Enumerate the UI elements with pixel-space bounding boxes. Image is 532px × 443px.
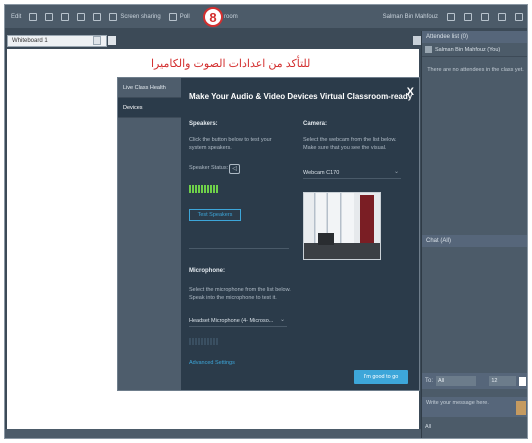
pen-icon[interactable]	[464, 12, 472, 21]
webcam-select[interactable]: Webcam C170	[303, 166, 401, 179]
attendee-list-header[interactable]: Attendee list (0)	[422, 31, 527, 43]
tab-menu-icon[interactable]	[93, 36, 101, 45]
section-divider	[189, 248, 289, 249]
speakers-description: Click the button below to test your syst…	[189, 137, 272, 151]
chat-recipient-bar: To: All 12	[422, 373, 527, 389]
tab-whiteboard-1[interactable]: Whiteboard 1	[7, 35, 107, 47]
attendee-self[interactable]: Salman Bin Mahfouz (You)	[422, 43, 527, 57]
image-icon[interactable]	[93, 12, 102, 21]
modal-content: Make Your Audio & Video Devices Virtual …	[181, 78, 419, 390]
devices-modal: Live Class Health Devices Make Your Audi…	[117, 77, 420, 391]
camera-heading: Camera:	[303, 121, 328, 127]
layout-icon[interactable]	[481, 12, 489, 21]
chat-font-size-select[interactable]: 12	[489, 376, 517, 386]
chat-message-input[interactable]: Write your message here.	[422, 397, 527, 417]
chat-to-label: To:	[425, 378, 434, 384]
microphone-select[interactable]: Headset Microphone (4- Microso...	[189, 314, 287, 327]
webcam-curtain	[360, 195, 374, 249]
help-icon[interactable]	[447, 12, 455, 21]
redo-icon[interactable]	[45, 12, 54, 21]
sidebar-item-label: Live Class Health	[123, 84, 166, 91]
speaker-status-label: Speaker Status:	[189, 165, 229, 171]
advanced-settings-link[interactable]: Advanced Settings	[189, 360, 235, 366]
webcam-monitor	[318, 233, 334, 245]
status-bar	[5, 429, 421, 438]
webcam-desk	[304, 243, 380, 259]
screen-sharing-button[interactable]: Screen sharing	[109, 12, 161, 21]
exit-icon[interactable]	[515, 12, 523, 21]
edit-label: Edit	[11, 13, 22, 20]
microphone-description: Select the microphone from the list belo…	[189, 287, 291, 301]
speaker-icon: ◁	[229, 164, 240, 174]
microphone-level-meter	[189, 338, 218, 345]
poll-label: Poll	[179, 13, 190, 20]
poll-icon	[168, 12, 177, 21]
undo-icon[interactable]	[29, 12, 38, 21]
user-name: Salman Bin Mahfouz	[382, 13, 438, 20]
speakers-heading: Speakers:	[189, 121, 218, 127]
chat-header[interactable]: Chat (All)	[422, 235, 527, 247]
close-icon[interactable]: X	[407, 86, 414, 98]
chat-footer-select[interactable]: All	[425, 424, 431, 430]
sidebar-item-label: Devices	[123, 104, 143, 111]
people-icon[interactable]	[77, 12, 86, 21]
attendee-header-label: Attendee list (0)	[426, 34, 469, 40]
modal-title: Make Your Audio & Video Devices Virtual …	[189, 92, 413, 101]
chat-recipient-select[interactable]: All	[436, 376, 477, 386]
screen-icon	[109, 12, 118, 21]
right-panel: Attendee list (0) Salman Bin Mahfouz (Yo…	[421, 31, 527, 438]
whiteboard-tab-label: Whiteboard 1	[12, 38, 48, 44]
microphone-heading: Microphone:	[189, 268, 225, 274]
chat-header-label: Chat (All)	[426, 238, 452, 244]
sidebar-item-devices[interactable]: Devices	[118, 98, 181, 118]
test-speakers-button[interactable]: Test Speakers	[189, 209, 241, 221]
good-to-go-button[interactable]: I'm good to go	[354, 370, 408, 384]
app-window: Edit Screen sharing Poll ll room Salman …	[4, 4, 528, 439]
collapse-icon[interactable]	[413, 36, 421, 45]
screen-sharing-label: Screen sharing	[120, 13, 161, 20]
camera-description: Select the webcam from the list below. M…	[303, 137, 397, 151]
attendee-empty-text: There are no attendees in the class yet.	[427, 67, 524, 73]
send-icon[interactable]	[516, 401, 526, 415]
sidebar-item-live-class-health[interactable]: Live Class Health	[118, 78, 181, 98]
file-icon[interactable]	[61, 12, 70, 21]
speaker-level-meter	[189, 185, 218, 193]
add-tab-icon[interactable]	[108, 36, 116, 45]
toolbar-right: Salman Bin Mahfouz	[382, 12, 523, 21]
poll-button[interactable]: Poll	[168, 12, 190, 21]
arabic-annotation: للتأكد من اعدادات الصوت والكاميرا	[151, 58, 311, 70]
chat-footer: All	[422, 421, 527, 433]
speaker-icon[interactable]	[498, 12, 506, 21]
webcam-preview	[303, 192, 381, 260]
modal-sidebar: Live Class Health Devices	[118, 78, 181, 390]
avatar	[425, 46, 432, 53]
chat-color-swatch[interactable]	[519, 376, 526, 386]
step-badge: 8	[203, 7, 223, 27]
attendee-self-name: Salman Bin Mahfouz (You)	[435, 46, 501, 53]
top-toolbar: Edit Screen sharing Poll ll room Salman …	[5, 5, 527, 28]
edit-menu[interactable]: Edit	[11, 14, 21, 20]
